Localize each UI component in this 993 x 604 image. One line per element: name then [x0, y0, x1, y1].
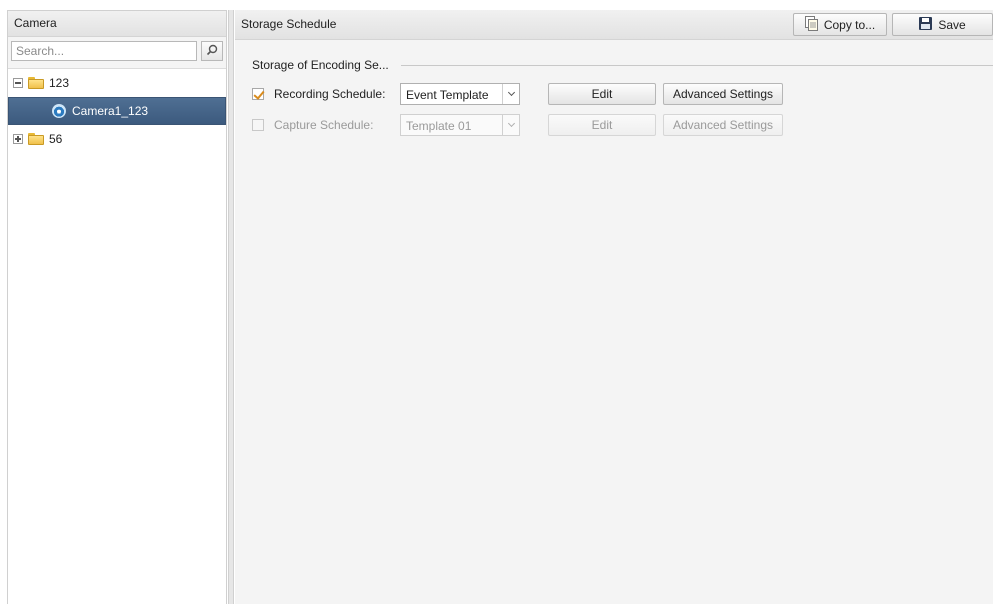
page-title: Storage Schedule — [241, 17, 337, 31]
recording-schedule-checkbox[interactable] — [252, 88, 264, 100]
capture-template-select[interactable]: Template 01 — [400, 114, 520, 136]
search-input[interactable] — [11, 41, 197, 61]
copy-document-icon — [804, 15, 818, 34]
camera-icon — [52, 104, 66, 118]
tree-item-label: Camera1_123 — [72, 104, 149, 118]
recording-schedule-row: Recording Schedule: Event Template Edit … — [235, 83, 993, 107]
recording-template-value: Event Template — [406, 88, 489, 102]
recording-schedule-label: Recording Schedule: — [274, 87, 386, 101]
capture-schedule-checkbox[interactable] — [252, 119, 264, 131]
group-title: Storage of Encoding Se... — [252, 58, 389, 72]
storage-schedule-panel: Storage Schedule Copy to... Save Storage… — [235, 10, 993, 604]
copy-to-button[interactable]: Copy to... — [793, 13, 887, 36]
expand-icon[interactable] — [13, 134, 23, 144]
search-icon — [206, 44, 218, 59]
storage-schedule-header: Storage Schedule Copy to... Save — [235, 10, 993, 40]
search-button[interactable] — [201, 41, 223, 61]
save-button[interactable]: Save — [892, 13, 993, 36]
search-bar — [8, 37, 226, 63]
recording-advanced-settings-button[interactable]: Advanced Settings — [663, 83, 783, 105]
tree-item-label: 123 — [49, 76, 70, 90]
capture-advanced-settings-button[interactable]: Advanced Settings — [663, 114, 783, 136]
tree-item-56[interactable]: 56 — [8, 125, 226, 153]
recording-template-select[interactable]: Event Template — [400, 83, 520, 105]
capture-schedule-label: Capture Schedule: — [274, 118, 374, 132]
group-divider — [401, 65, 993, 66]
save-label: Save — [938, 17, 966, 32]
copy-to-label: Copy to... — [823, 17, 876, 32]
collapse-icon[interactable] — [13, 78, 23, 88]
storage-content: Storage of Encoding Se... Recording Sche… — [235, 41, 993, 604]
capture-template-value: Template 01 — [406, 119, 472, 133]
chevron-down-icon[interactable] — [502, 115, 519, 135]
folder-icon — [28, 133, 44, 145]
capture-schedule-row: Capture Schedule: Template 01 Edit Advan… — [235, 114, 993, 138]
folder-icon — [28, 77, 44, 89]
tree-item-label: 56 — [49, 132, 63, 146]
camera-tree: 123 Camera1_123 56 — [8, 68, 226, 604]
chevron-down-icon[interactable] — [502, 84, 519, 104]
camera-panel-title: Camera — [8, 11, 226, 37]
capture-edit-button[interactable]: Edit — [548, 114, 656, 136]
recording-edit-button[interactable]: Edit — [548, 83, 656, 105]
tree-item-camera1-123[interactable]: Camera1_123 — [8, 97, 226, 125]
floppy-disk-icon — [919, 16, 933, 33]
tree-item-123[interactable]: 123 — [8, 69, 226, 97]
panel-splitter[interactable] — [228, 10, 234, 604]
camera-panel: Camera 123 Camera1_123 56 — [7, 10, 227, 604]
